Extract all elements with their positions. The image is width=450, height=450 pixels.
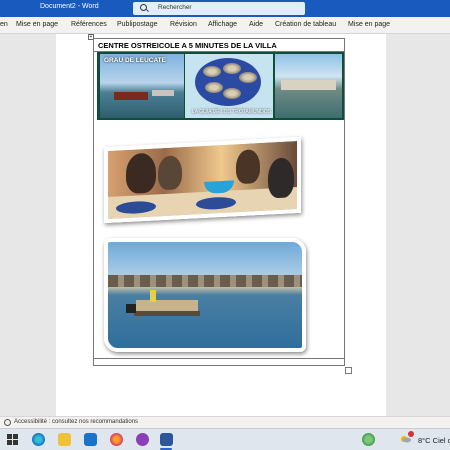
boat-shape [152, 90, 174, 96]
taskbar: 8°C Ciel c [0, 428, 450, 450]
search-box[interactable]: Rechercher [133, 2, 305, 15]
oyster-shape [239, 72, 257, 83]
oyster-plate-photo: LA GUÍA DE LOS TROTAMUNDOS [185, 54, 273, 118]
motor-shape [126, 304, 136, 313]
table-header-cell[interactable]: CENTRE OSTREICOLE A 5 MINUTES DE LA VILL… [94, 39, 344, 52]
chat-icon[interactable] [362, 433, 375, 446]
tab-mailings[interactable]: Publipostage [117, 21, 157, 28]
worker-shape [150, 290, 156, 302]
search-placeholder: Rechercher [158, 4, 192, 11]
firefox-icon[interactable] [110, 433, 123, 446]
oyster-shape [223, 63, 241, 74]
dining-photo[interactable] [104, 136, 301, 224]
port-photo [275, 54, 342, 118]
person-shape [236, 148, 260, 185]
table-resize-handle[interactable] [345, 367, 352, 374]
boat-shape [114, 92, 148, 100]
plate-shape [195, 58, 261, 106]
harbor-photo: GRAU DE LEUCATE [100, 54, 184, 118]
banner-image[interactable]: GRAU DE LEUCATE LA GUÍA DE LOS TROTAMUND… [97, 52, 344, 120]
table-row-divider [94, 358, 344, 359]
file-explorer-icon[interactable] [58, 433, 71, 446]
tab-layout[interactable]: Mise en page [16, 21, 58, 28]
oyster-shape [203, 66, 221, 77]
person-shape [268, 157, 294, 199]
mail-icon[interactable] [84, 433, 97, 446]
banner-caption: LA GUÍA DE LOS TROTAMUNDOS [192, 109, 271, 115]
banner-title: GRAU DE LEUCATE [104, 57, 166, 64]
accessibility-status[interactable]: Accessibilité : consultez nos recommanda… [14, 419, 138, 425]
start-icon[interactable] [6, 433, 19, 446]
person-shape [126, 152, 156, 195]
oyster-barge-photo[interactable] [104, 238, 306, 352]
search-icon [140, 4, 147, 11]
shed-row [108, 275, 302, 287]
oyster-shape [205, 82, 223, 93]
barge-hull [134, 311, 200, 316]
buildings-shape [281, 80, 336, 90]
ribbon-tabs: en Mise en page Références Publipostage … [0, 17, 450, 34]
status-bar: Accessibilité : consultez nos recommanda… [0, 416, 450, 428]
tab-partial[interactable]: en [0, 21, 8, 28]
document-title: Document2 - Word [40, 3, 99, 10]
title-bar: Document2 - Word Rechercher [0, 0, 450, 17]
music-icon[interactable] [136, 433, 149, 446]
tab-table-layout[interactable]: Mise en page [348, 21, 390, 28]
oyster-shape [223, 88, 241, 99]
word-icon[interactable] [160, 433, 173, 446]
accessibility-icon[interactable] [4, 419, 11, 426]
tab-review[interactable]: Révision [170, 21, 197, 28]
tab-view[interactable]: Affichage [208, 21, 237, 28]
notification-badge [408, 431, 414, 437]
tab-references[interactable]: Références [71, 21, 107, 28]
weather-text[interactable]: 8°C Ciel c [418, 436, 450, 445]
tab-help[interactable]: Aide [249, 21, 263, 28]
tab-table-design[interactable]: Création de tableau [275, 21, 336, 28]
person-shape [158, 155, 182, 191]
edge-icon[interactable] [32, 433, 45, 446]
